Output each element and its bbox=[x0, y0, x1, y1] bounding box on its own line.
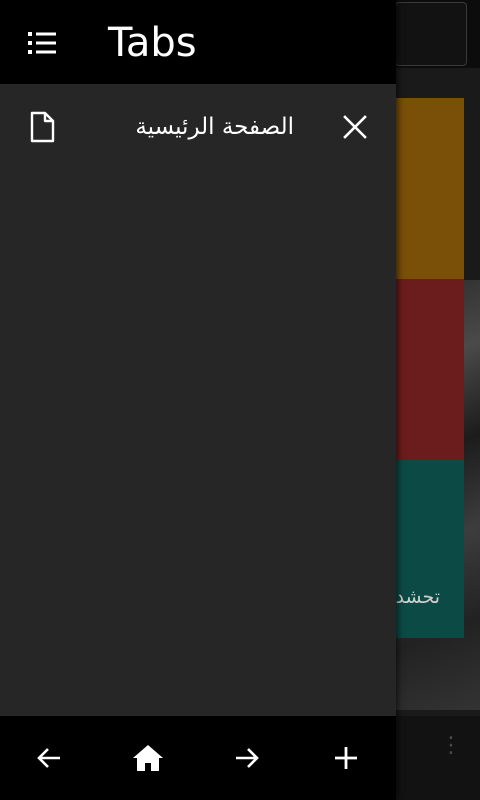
background-card-orange bbox=[396, 98, 464, 279]
background-card-teal bbox=[396, 460, 464, 638]
drawer-title: Tabs bbox=[108, 20, 197, 66]
close-icon[interactable] bbox=[338, 110, 372, 144]
plus-icon[interactable] bbox=[324, 736, 368, 780]
list-icon[interactable] bbox=[18, 22, 64, 64]
document-icon bbox=[26, 110, 58, 144]
home-icon[interactable] bbox=[126, 736, 170, 780]
tab-item[interactable]: الصفحة الرئيسية bbox=[0, 100, 396, 154]
tabs-drawer: Tabs الصفحة الرئيسية bbox=[0, 0, 396, 800]
drawer-bottom-bar bbox=[0, 716, 396, 800]
drawer-header: Tabs bbox=[0, 0, 396, 84]
arrow-left-icon[interactable] bbox=[27, 736, 71, 780]
background-search-box bbox=[395, 2, 467, 66]
tab-title: الصفحة الرئيسية bbox=[135, 114, 294, 140]
background-card-red bbox=[396, 279, 464, 460]
more-vertical-icon: ⋮ bbox=[440, 733, 462, 758]
arrow-right-icon[interactable] bbox=[225, 736, 269, 780]
